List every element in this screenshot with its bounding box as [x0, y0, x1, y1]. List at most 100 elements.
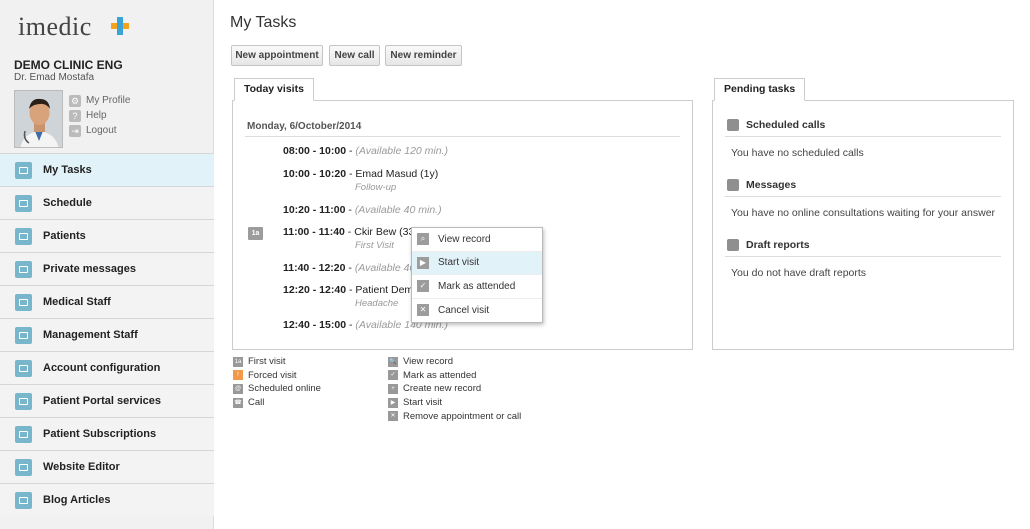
message-icon: [727, 179, 739, 191]
draft-reports-title: Draft reports: [727, 239, 810, 251]
magnifier-icon: ⌕: [417, 233, 429, 246]
sidebar-item-label: Account configuration: [43, 362, 161, 374]
subscription-icon: [15, 425, 32, 443]
calendar-icon: [15, 194, 32, 212]
my-profile-label: My Profile: [86, 95, 131, 106]
sidebar-item-website-editor[interactable]: Website Editor: [0, 450, 214, 483]
report-icon: [727, 239, 739, 251]
legend-item: @ Scheduled online: [233, 383, 321, 395]
sidebar-item-label: Website Editor: [43, 461, 120, 473]
sidebar: imedic DEMO CLINIC ENG Dr. Emad Mostafa …: [0, 0, 214, 529]
new-call-button[interactable]: New call: [329, 45, 380, 66]
sidebar-item-label: Patients: [43, 230, 86, 242]
time-slot[interactable]: 08:00 - 10:00 - (Available 120 min.): [283, 145, 448, 157]
section-divider: [725, 136, 1001, 137]
new-appointment-button[interactable]: New appointment: [231, 45, 323, 66]
message-icon: [15, 260, 32, 278]
patients-icon: [15, 227, 32, 245]
sidebar-item-label: Medical Staff: [43, 296, 111, 308]
cancel-visit-menu-item[interactable]: ✕ Cancel visit: [412, 299, 542, 323]
remove-icon: ✕: [388, 411, 398, 422]
avatar: [14, 90, 63, 148]
legend-item: 🔍 View record: [388, 356, 453, 368]
appointment-slot[interactable]: 11:00 - 11:40 - Ckir Bew (33 First Visit: [283, 226, 414, 251]
help-icon: ?: [69, 109, 81, 122]
forced-visit-icon: !: [233, 370, 243, 381]
main-content: My Tasks New appointment New call New re…: [215, 0, 1030, 529]
play-icon: ▶: [388, 397, 398, 408]
tab-today-visits[interactable]: Today visits: [234, 78, 314, 101]
messages-title: Messages: [727, 179, 796, 191]
house-icon: [15, 359, 32, 377]
sidebar-item-patient-portal-services[interactable]: Patient Portal services: [0, 384, 214, 417]
sidebar-item-label: Management Staff: [43, 329, 138, 341]
sidebar-item-blog-articles[interactable]: Blog Articles: [0, 483, 214, 516]
legend-item: ! Forced visit: [233, 369, 321, 383]
user-links: ⚙ My Profile ? Help ⇥ Logout: [69, 93, 130, 138]
help-link[interactable]: ? Help: [69, 108, 130, 123]
visit-note: Follow-up: [355, 182, 397, 193]
gear-icon: ⚙: [69, 94, 81, 107]
start-visit-menu-item[interactable]: ▶ Start visit: [412, 251, 542, 275]
logout-label: Logout: [86, 125, 117, 136]
status-legend: 1a First visit ! Forced visit @ Scheduled o…: [233, 355, 321, 409]
briefcase-icon: [15, 293, 32, 311]
sidebar-item-label: Patient Portal services: [43, 395, 162, 407]
pending-tasks-panel: Scheduled calls You have no scheduled ca…: [712, 100, 1014, 350]
view-record-menu-item[interactable]: ⌕ View record: [412, 228, 542, 252]
first-visit-icon: 1a: [248, 227, 263, 240]
play-icon: ▶: [417, 256, 429, 269]
mark-attended-menu-item[interactable]: ✓ Mark as attended: [412, 275, 542, 299]
appointment-slot[interactable]: 12:20 - 12:40 - Patient Demo Headache: [283, 284, 419, 309]
sidebar-item-account-configuration[interactable]: Account configuration: [0, 351, 214, 384]
messages-text: You have no online consultations waiting…: [731, 207, 996, 219]
doctor-name: Dr. Emad Mostafa: [14, 72, 95, 83]
scheduled-calls-text: You have no scheduled calls: [731, 147, 864, 159]
legend-item: + Create new record: [388, 382, 521, 396]
tasks-icon: [15, 161, 32, 179]
check-icon: ✓: [388, 370, 398, 381]
sidebar-item-management-staff[interactable]: Management Staff: [0, 318, 214, 351]
phone-icon: ☎: [233, 397, 243, 408]
time-slot[interactable]: 10:20 - 11:00 - (Available 40 min.): [283, 204, 442, 216]
sidebar-item-private-messages[interactable]: Private messages: [0, 252, 214, 285]
clinic-name: DEMO CLINIC ENG: [14, 58, 123, 72]
legend-item: ✕ Remove appointment or call: [388, 409, 521, 423]
logout-link[interactable]: ⇥ Logout: [69, 123, 130, 138]
magnifier-icon: 🔍: [388, 356, 398, 367]
monitor-icon: [15, 458, 32, 476]
sidebar-item-label: My Tasks: [43, 164, 92, 176]
visit-note: First Visit: [355, 240, 394, 251]
logout-icon: ⇥: [69, 124, 81, 137]
tab-pending-tasks[interactable]: Pending tasks: [714, 78, 806, 101]
my-profile-link[interactable]: ⚙ My Profile: [69, 93, 130, 108]
sidebar-item-label: Private messages: [43, 263, 136, 275]
section-divider: [725, 196, 1001, 197]
time-slot[interactable]: 11:40 - 12:20 - (Available 40: [283, 262, 415, 274]
brand-logo[interactable]: imedic: [18, 12, 92, 42]
sidebar-item-patients[interactable]: Patients: [0, 219, 214, 252]
sidebar-nav: My Tasks Schedule Patients Private messa…: [0, 153, 214, 516]
headset-icon: [15, 326, 32, 344]
sidebar-item-patient-subscriptions[interactable]: Patient Subscriptions: [0, 417, 214, 450]
date-divider: [245, 136, 680, 137]
legend-item: 1a First visit: [233, 356, 286, 368]
phone-icon: [727, 119, 739, 131]
draft-reports-text: You do not have draft reports: [731, 267, 867, 279]
sidebar-item-my-tasks[interactable]: My Tasks: [0, 153, 214, 186]
sidebar-item-label: Blog Articles: [43, 494, 111, 506]
new-reminder-button[interactable]: New reminder: [385, 45, 462, 66]
legend-item: ▶ Start visit: [388, 396, 521, 410]
legend-item: ✓ Mark as attended: [388, 369, 521, 383]
article-icon: [15, 491, 32, 509]
sidebar-item-schedule[interactable]: Schedule: [0, 186, 214, 219]
visit-context-menu: ⌕ View record ▶ Start visit ✓ Mark as atten…: [411, 227, 543, 323]
sidebar-item-medical-staff[interactable]: Medical Staff: [0, 285, 214, 318]
visit-note: Headache: [355, 298, 399, 309]
actions-legend: 🔍 View record ✓ Mark as attended + Create n…: [388, 355, 521, 423]
scheduled-online-icon: @: [233, 383, 243, 394]
appointment-slot[interactable]: 10:00 - 10:20 - Emad Masud (1y) Follow-up: [283, 168, 438, 193]
first-visit-icon: 1a: [233, 356, 243, 367]
visits-date: Monday, 6/October/2014: [247, 121, 362, 132]
sidebar-item-label: Patient Subscriptions: [43, 428, 157, 440]
